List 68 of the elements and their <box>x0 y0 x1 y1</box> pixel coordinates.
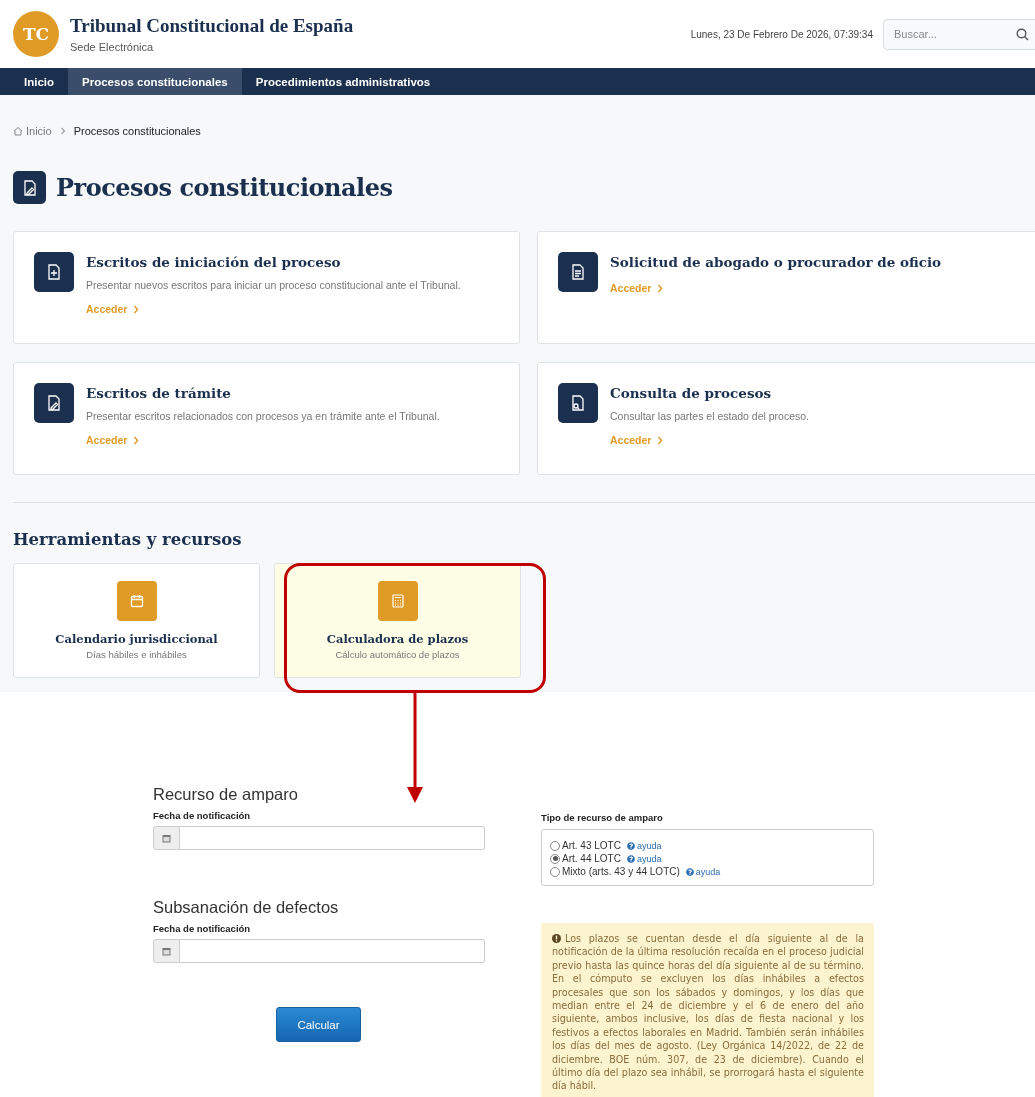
site-title: Tribunal Constitucional de España <box>70 15 355 37</box>
help-link[interactable]: ayuda <box>685 866 721 877</box>
help-icon <box>626 841 635 850</box>
form-section-title: Recurso de amparo <box>153 785 299 804</box>
help-label[interactable]: ayuda <box>695 866 721 877</box>
notice-text: Los plazos se cuentan desde el día siguiente al de la notificación de la última resolución recaída en el proceso judicial previo hasta las quince horas del día siguiente al de su término. En el cómputo se excluyen los días inhábiles a efectos procesales que son los sábados y domingos, y los días que median entre el 24 de diciembre y el 6 de enero del año siguiente, ambos inclusive, los días de fiesta nacional y los festivos a efectos laborales en Madrid. También serán inhábiles los días del mes de agosto. (Ley Orgánica 14/2022, de 22 de diciembre. BOE núm. 307, de 23 de diciembre). Cuando el último día del plazo sea inhábil, se prorrogará hasta el siguiente día hábil. <box>552 932 864 1093</box>
calendar-icon <box>162 946 171 956</box>
nav-tab[interactable]: Procedimientos administrativos <box>241 68 445 95</box>
help-link[interactable]: ayuda <box>626 853 662 864</box>
chevron-right-icon <box>133 304 140 314</box>
radio-label[interactable]: Mixto (arts. 43 y 44 LOTC) <box>562 866 680 877</box>
search-icon[interactable] <box>1016 27 1029 41</box>
card-description: Presentar escritos relacionados con procesos ya en trámite ante el Tribunal. <box>86 410 440 422</box>
chevron-right-icon <box>59 127 66 135</box>
card-title: Solicitud de abogado o procurador de oficio <box>610 254 942 270</box>
tool-card[interactable]: Calendario jurisdiccional Días hábiles e inhábiles <box>13 563 260 678</box>
help-icon <box>626 854 635 863</box>
tool-card[interactable]: Calculadora de plazos Cálculo automático de plazos <box>274 563 521 678</box>
section-title: Herramientas y recursos <box>13 530 243 549</box>
card-title: Escritos de trámite <box>86 385 232 401</box>
help-label[interactable]: ayuda <box>636 853 662 864</box>
document-pen-icon <box>22 179 37 196</box>
field-label: Tipo de recurso de amparo <box>541 812 664 823</box>
document-pen-icon <box>47 395 61 411</box>
document-lines-icon <box>571 264 585 280</box>
field-label: Fecha de notificación <box>153 923 252 934</box>
date-field[interactable] <box>180 826 485 850</box>
radio-button[interactable] <box>550 853 560 864</box>
calendar-icon <box>129 594 144 608</box>
chevron-right-icon <box>657 435 664 445</box>
tool-title: Calculadora de plazos <box>326 632 469 646</box>
breadcrumb-label[interactable]: Inicio <box>26 125 52 137</box>
form-section-title: Subsanación de defectos <box>153 898 340 917</box>
tool-subtitle: Cálculo automático de plazos <box>335 649 460 660</box>
radio-label[interactable]: Art. 44 LOTC <box>562 853 621 864</box>
search-field[interactable]: Buscar... <box>883 18 1035 50</box>
calendar-addon[interactable] <box>153 939 180 963</box>
chevron-right-icon <box>133 435 140 445</box>
field-label: Fecha de notificación <box>153 810 252 821</box>
calculator-icon <box>391 594 404 608</box>
help-link[interactable]: ayuda <box>626 840 662 851</box>
nav-tab[interactable]: Inicio <box>10 68 69 95</box>
exclamation-icon <box>552 934 561 943</box>
radio-label[interactable]: Art. 43 LOTC <box>562 840 621 851</box>
chevron-right-icon <box>657 283 664 293</box>
card-title: Consulta de procesos <box>610 385 773 401</box>
home-icon <box>13 126 23 136</box>
document-search-icon <box>571 395 585 411</box>
card-description: Consultar las partes el estado del proceso. <box>610 410 810 422</box>
tool-subtitle: Días hábiles e inhábiles <box>86 649 187 660</box>
document-plus-icon <box>47 264 61 280</box>
date-field[interactable] <box>180 939 485 963</box>
help-label[interactable]: ayuda <box>636 840 662 851</box>
radio-button[interactable] <box>550 840 560 851</box>
calendar-icon <box>162 833 171 843</box>
site-subtitle: Sede Electrónica <box>70 41 155 53</box>
card-title: Escritos de iniciación del proceso <box>86 254 342 270</box>
radio-button[interactable] <box>550 866 560 877</box>
page-title: Procesos constitucionales <box>56 173 393 202</box>
breadcrumb-current: Procesos constitucionales <box>73 125 201 137</box>
breadcrumb-link[interactable]: Inicio <box>13 125 52 137</box>
date-time: Lunes, 23 De Febrero De 2026, 07:39:34 <box>690 28 873 40</box>
card-description: Presentar nuevos escritos para iniciar un proceso constitucional ante el Tribunal. <box>86 279 461 291</box>
help-icon <box>685 867 694 876</box>
tool-title: Calendario jurisdiccional <box>55 632 218 646</box>
calculate-button[interactable]: Calcular <box>276 1007 361 1042</box>
nav-tab[interactable]: Procesos constitucionales <box>68 68 242 95</box>
calendar-addon[interactable] <box>153 826 180 850</box>
